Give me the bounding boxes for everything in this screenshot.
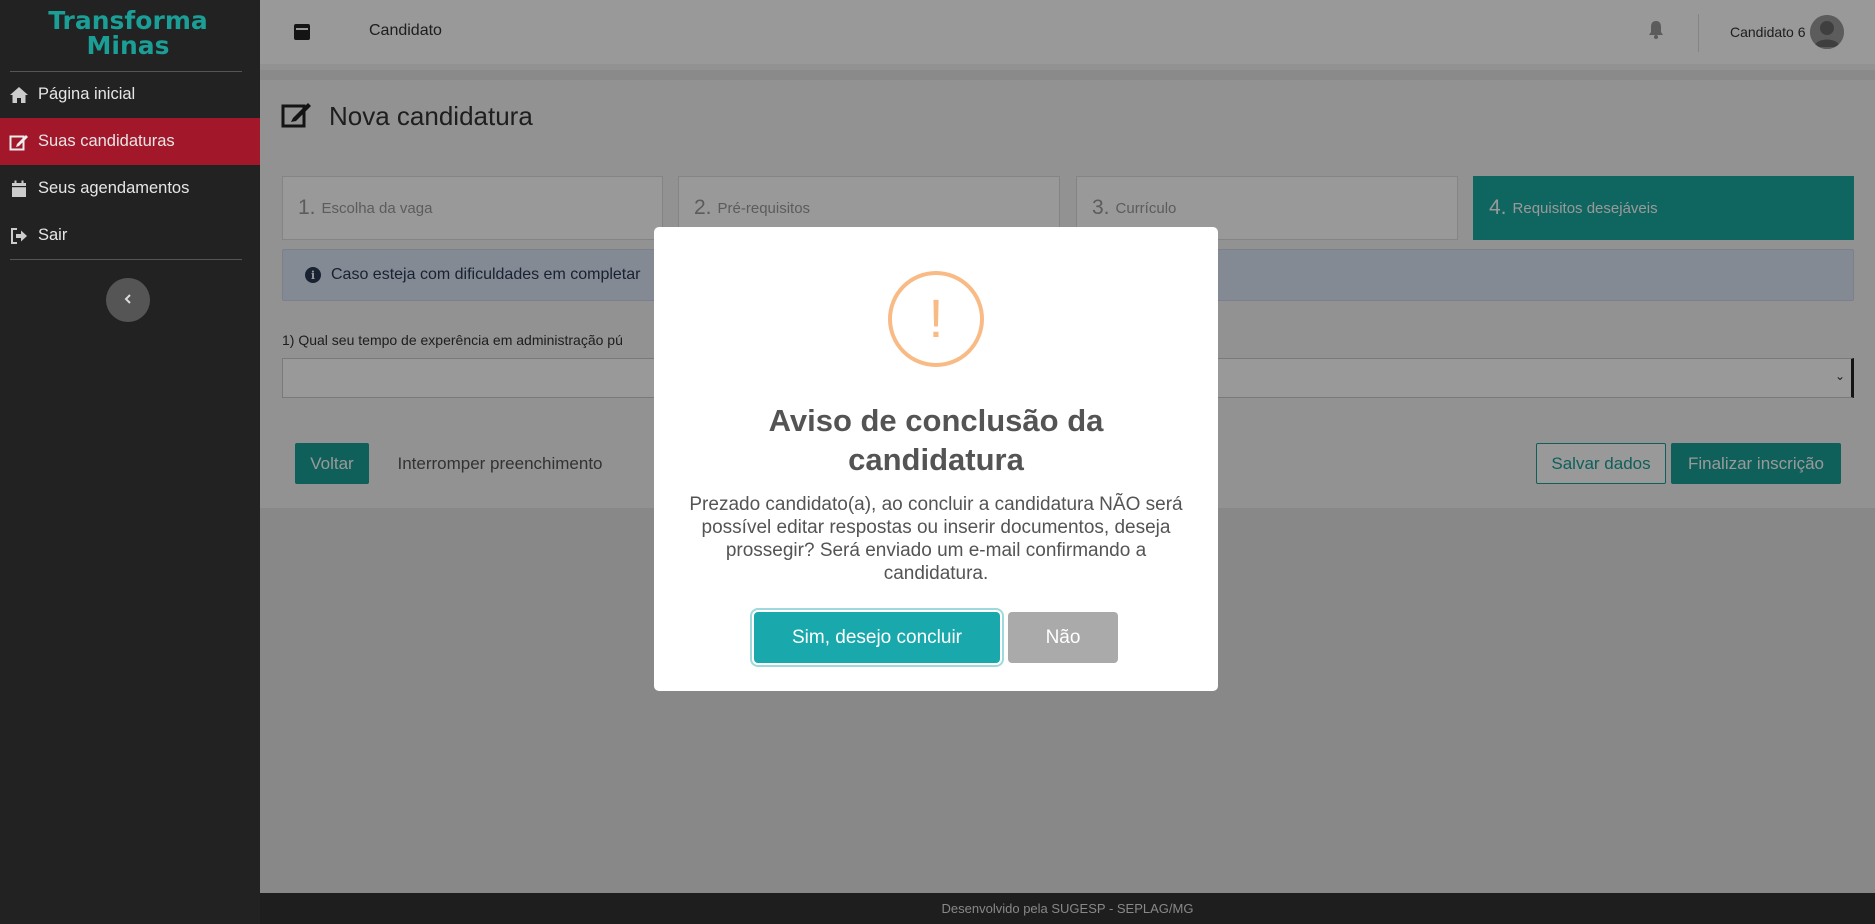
sidebar-item-suas-candidaturas[interactable]: Suas candidaturas [0, 118, 260, 165]
confirm-button[interactable]: Sim, desejo concluir [754, 612, 1000, 663]
calendar-icon [9, 179, 29, 199]
confirmation-modal: ! Aviso de conclusão da candidatura Prez… [654, 227, 1218, 691]
sidebar-item-label: Sair [38, 226, 68, 244]
sidebar-item-sair[interactable]: Sair [0, 212, 260, 259]
modal-message-line: candidatura. [883, 563, 989, 584]
modal-message-line: possível editar respostas ou inserir doc… [701, 517, 1171, 538]
sign-out-icon [9, 226, 29, 246]
home-icon [9, 85, 29, 105]
warning-symbol: ! [928, 289, 944, 349]
warning-icon: ! [888, 271, 984, 367]
cancel-button[interactable]: Não [1008, 612, 1118, 663]
modal-message: Prezado candidato(a), ao concluir a cand… [674, 493, 1198, 585]
edit-icon [9, 132, 29, 152]
modal-title-line: Aviso de conclusão da [768, 403, 1104, 438]
sidebar-item-pagina-inicial[interactable]: Página inicial [0, 71, 260, 118]
logo-line1: Transforma [48, 6, 208, 35]
footer-text: Desenvolvido pela SUGESP - SEPLAG/MG [941, 901, 1194, 916]
sidebar-divider [10, 259, 242, 260]
sidebar-collapse-button[interactable] [106, 278, 150, 322]
modal-title: Aviso de conclusão da candidatura [684, 401, 1188, 479]
sidebar: Transforma Minas Página inicial Suas can… [0, 0, 260, 924]
footer: Desenvolvido pela SUGESP - SEPLAG/MG [260, 893, 1875, 924]
sidebar-item-label: Página inicial [38, 85, 136, 103]
sidebar-item-label: Seus agendamentos [38, 179, 190, 197]
logo-line2: Minas [86, 31, 170, 60]
sidebar-item-label: Suas candidaturas [38, 132, 175, 150]
sidebar-item-seus-agendamentos[interactable]: Seus agendamentos [0, 165, 260, 212]
modal-message-line: Prezado candidato(a), ao concluir a cand… [689, 494, 1183, 515]
app-logo[interactable]: Transforma Minas [0, 8, 256, 58]
chevron-left-icon [124, 291, 132, 309]
modal-title-line: candidatura [848, 442, 1024, 477]
modal-message-line: prossegir? Será enviado um e-mail confir… [725, 540, 1147, 561]
